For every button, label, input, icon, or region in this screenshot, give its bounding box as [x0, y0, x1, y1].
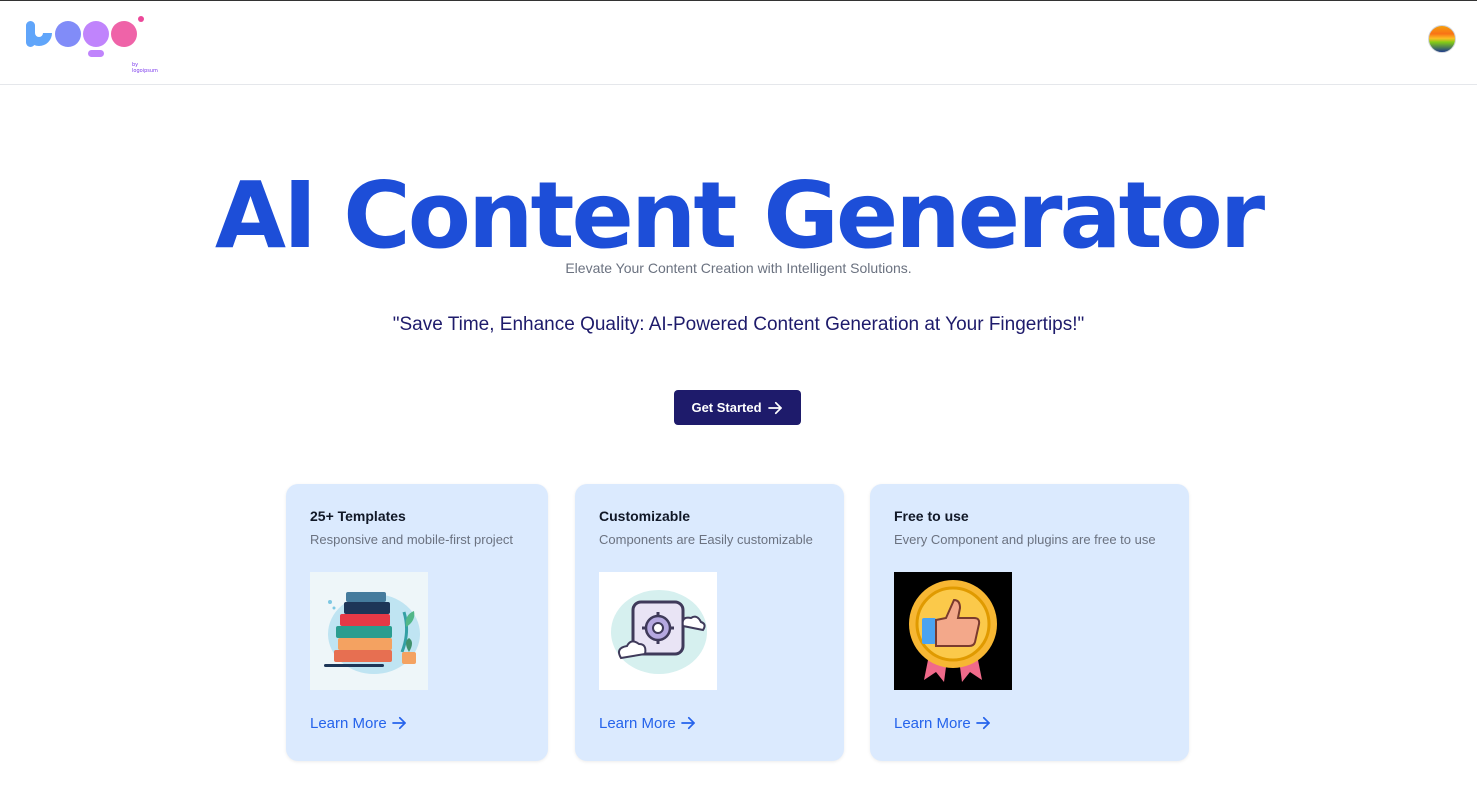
card-title: Free to use: [894, 508, 969, 524]
learn-more-link[interactable]: Learn More: [310, 714, 408, 732]
settings-cloud-illustration-icon: [599, 572, 717, 690]
card-title: Customizable: [599, 508, 691, 524]
card-description: Components are Easily customizable: [599, 532, 813, 547]
hero-quote: "Save Time, Enhance Quality: AI-Powered …: [392, 314, 1085, 335]
arrow-right-icon: [767, 401, 782, 414]
feature-card-customizable: Customizable Components are Easily custo…: [575, 484, 844, 761]
arrow-right-icon: [680, 716, 695, 730]
learn-more-label: Learn More: [894, 714, 971, 732]
learn-more-link[interactable]: Learn More: [894, 714, 992, 732]
arrow-right-icon: [391, 716, 406, 730]
feature-card-templates: 25+ Templates Responsive and mobile-firs…: [286, 484, 548, 761]
hero-subtitle: Elevate Your Content Creation with Intel…: [565, 260, 912, 276]
logo[interactable]: by logoipsum: [24, 15, 158, 74]
learn-more-label: Learn More: [310, 714, 387, 732]
feature-card-free: Free to use Every Component and plugins …: [870, 484, 1189, 761]
user-avatar[interactable]: [1428, 25, 1456, 53]
hero-title: AI Content Generator: [214, 162, 1265, 269]
card-title: 25+ Templates: [310, 508, 406, 524]
logo-icon: [26, 16, 144, 57]
card-description: Every Component and plugins are free to …: [894, 532, 1156, 547]
thumbs-up-badge-illustration-icon: [894, 572, 1012, 690]
learn-more-link[interactable]: Learn More: [599, 714, 697, 732]
arrow-right-icon: [975, 716, 990, 730]
get-started-button[interactable]: Get Started: [674, 390, 801, 425]
top-header: by logoipsum: [0, 0, 1477, 85]
logo-subtext: by logoipsum: [132, 62, 158, 74]
card-description: Responsive and mobile-first project: [310, 532, 514, 547]
learn-more-label: Learn More: [599, 714, 676, 732]
get-started-label: Get Started: [691, 400, 762, 415]
books-illustration-icon: [310, 572, 428, 690]
